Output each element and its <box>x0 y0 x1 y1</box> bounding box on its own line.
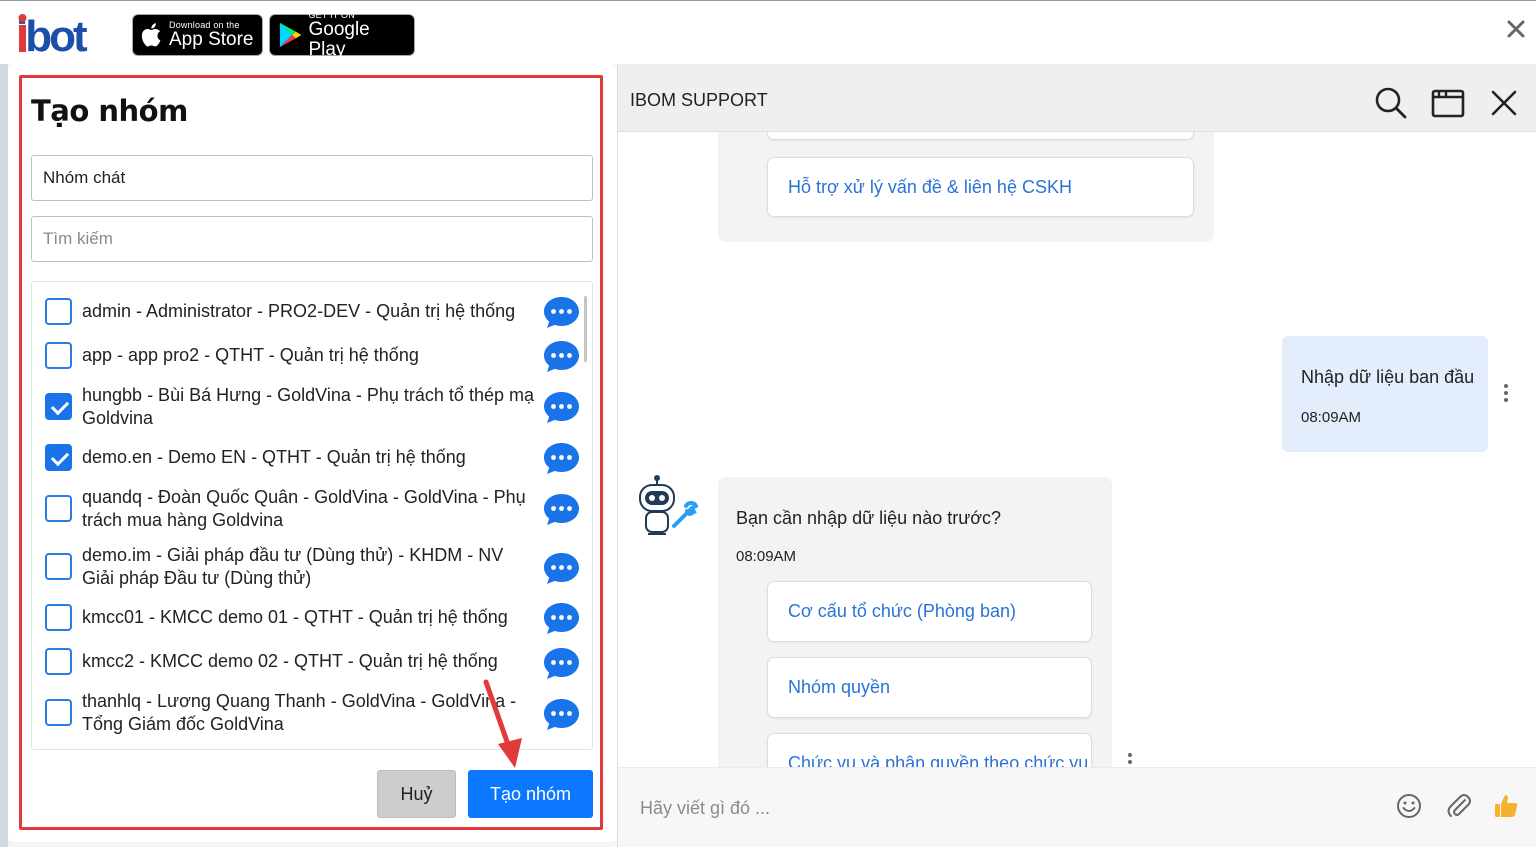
chat-input-bar <box>618 767 1536 847</box>
bot-message-text: Bạn cần nhập dữ liệu nào trước? <box>736 508 1002 528</box>
chat-bubble-icon[interactable] <box>542 492 581 527</box>
ibot-logo[interactable]: ibot <box>16 11 94 57</box>
google-play-icon <box>279 22 302 48</box>
member-checkbox[interactable] <box>45 298 72 325</box>
user-message-bubble: Nhập dữ liệu ban đầu 08:09AM <box>1282 336 1488 452</box>
chat-bubble-icon[interactable] <box>542 390 581 425</box>
member-label: demo.en - Demo EN - QTHT - Quản trị hệ t… <box>82 447 466 467</box>
chat-bubble-icon[interactable] <box>542 601 581 636</box>
app-store-big-text: App Store <box>169 29 254 50</box>
member-label: app - app pro2 - QTHT - Quản trị hệ thốn… <box>82 345 419 365</box>
chat-bubble-icon[interactable] <box>542 339 581 374</box>
close-icon[interactable] <box>1487 86 1521 120</box>
member-checkbox[interactable] <box>45 699 72 726</box>
red-arrow-annotation <box>483 679 522 768</box>
google-play-big-text: Google Play <box>308 19 370 60</box>
member-label: kmcc01 - KMCC demo 01 - QTHT - Quản trị … <box>82 607 508 627</box>
member-label: thanhlq - Lương Quang Thanh - GoldVina -… <box>82 691 517 734</box>
member-checkbox[interactable] <box>45 553 72 580</box>
member-label: demo.im - Giải pháp đầu tư (Dùng thử) - … <box>82 545 504 588</box>
modal-title: Tạo nhóm <box>31 94 188 128</box>
member-checkbox[interactable] <box>45 604 72 631</box>
search-icon[interactable] <box>1374 86 1408 120</box>
user-message-time: 08:09AM <box>1301 409 1362 426</box>
chat-messages[interactable]: Hỗ trợ xử lý vấn đề & liên hệ CSKH Nhập … <box>618 132 1536 767</box>
chat-bubble-icon[interactable] <box>542 646 581 681</box>
more-options-icon[interactable] <box>1503 384 1509 404</box>
member-checkbox[interactable] <box>45 495 72 522</box>
chat-bubble-icon[interactable] <box>542 441 581 476</box>
member-label: kmcc2 - KMCC demo 02 - QTHT - Quản trị h… <box>82 651 498 671</box>
member-checkbox[interactable] <box>45 342 72 369</box>
member-checkbox[interactable] <box>45 444 72 471</box>
quick-reply-option[interactable]: Chức vụ và phân quyền theo chức vụ <box>767 733 1092 767</box>
member-label: hungbb - Bùi Bá Hưng - GoldVina - Phụ tr… <box>82 385 534 428</box>
chat-bubble-icon[interactable] <box>542 551 581 586</box>
member-item[interactable]: kmcc2 - KMCC demo 02 - QTHT - Quản trị h… <box>32 646 592 678</box>
message-input[interactable] <box>626 788 1386 828</box>
google-play-badge[interactable]: GET IT ON Google Play <box>269 10 415 60</box>
member-item[interactable]: demo.im - Giải pháp đầu tư (Dùng thử) - … <box>32 540 592 590</box>
chat-header: IBOM SUPPORT <box>618 64 1536 132</box>
member-item[interactable]: kmcc01 - KMCC demo 01 - QTHT - Quản trị … <box>32 602 592 634</box>
bot-message-time: 08:09AM <box>736 548 797 565</box>
member-search-input[interactable] <box>31 216 593 262</box>
member-item[interactable]: quandq - Đoàn Quốc Quân - GoldVina - Gol… <box>32 482 592 532</box>
member-item[interactable]: app - app pro2 - QTHT - Quản trị hệ thốn… <box>32 340 592 372</box>
more-options-icon[interactable] <box>1127 753 1133 767</box>
chat-bubble-icon[interactable] <box>542 697 581 732</box>
emoji-icon[interactable] <box>1395 792 1423 820</box>
top-bar: ibot Download on the App Store GET IT ON… <box>0 0 1536 64</box>
quick-reply-option[interactable]: Cơ cấu tổ chức (Phòng ban) <box>767 581 1092 642</box>
member-item[interactable]: admin - Administrator - PRO2-DEV - Quản … <box>32 296 592 328</box>
create-group-button[interactable]: Tạo nhóm <box>468 770 593 818</box>
member-label: quandq - Đoàn Quốc Quân - GoldVina - Gol… <box>82 487 526 530</box>
group-name-input[interactable] <box>31 155 593 201</box>
cancel-button[interactable]: Huỷ <box>377 770 456 818</box>
app-store-badge[interactable]: Download on the App Store <box>132 14 263 56</box>
member-checkbox[interactable] <box>45 393 72 420</box>
quick-reply-option[interactable]: Hỗ trợ xử lý vấn đề & liên hệ CSKH <box>767 157 1194 217</box>
member-label: admin - Administrator - PRO2-DEV - Quản … <box>82 301 516 321</box>
chat-bubble-icon[interactable] <box>542 295 581 330</box>
quick-reply-option[interactable] <box>767 132 1194 140</box>
logo-text: ibot <box>16 12 88 57</box>
chat-title: IBOM SUPPORT <box>630 90 768 110</box>
close-icon[interactable] <box>1503 16 1529 42</box>
member-checkbox[interactable] <box>45 648 72 675</box>
attachment-icon[interactable] <box>1445 792 1473 820</box>
quick-reply-option[interactable]: Nhóm quyền <box>767 657 1092 718</box>
apple-icon <box>141 23 161 47</box>
chat-panel: IBOM SUPPORT Hỗ trợ xử lý vấn đề & liên … <box>617 64 1536 847</box>
left-edge-strip <box>0 64 8 847</box>
robot-avatar-icon <box>639 475 698 535</box>
member-item[interactable]: hungbb - Bùi Bá Hưng - GoldVina - Phụ tr… <box>32 380 592 430</box>
window-icon[interactable] <box>1431 86 1465 120</box>
user-message-text: Nhập dữ liệu ban đầu <box>1301 367 1475 387</box>
thumbs-up-icon[interactable] <box>1492 792 1520 820</box>
member-item[interactable]: demo.en - Demo EN - QTHT - Quản trị hệ t… <box>32 442 592 474</box>
member-list-scrollbar[interactable] <box>584 296 587 362</box>
